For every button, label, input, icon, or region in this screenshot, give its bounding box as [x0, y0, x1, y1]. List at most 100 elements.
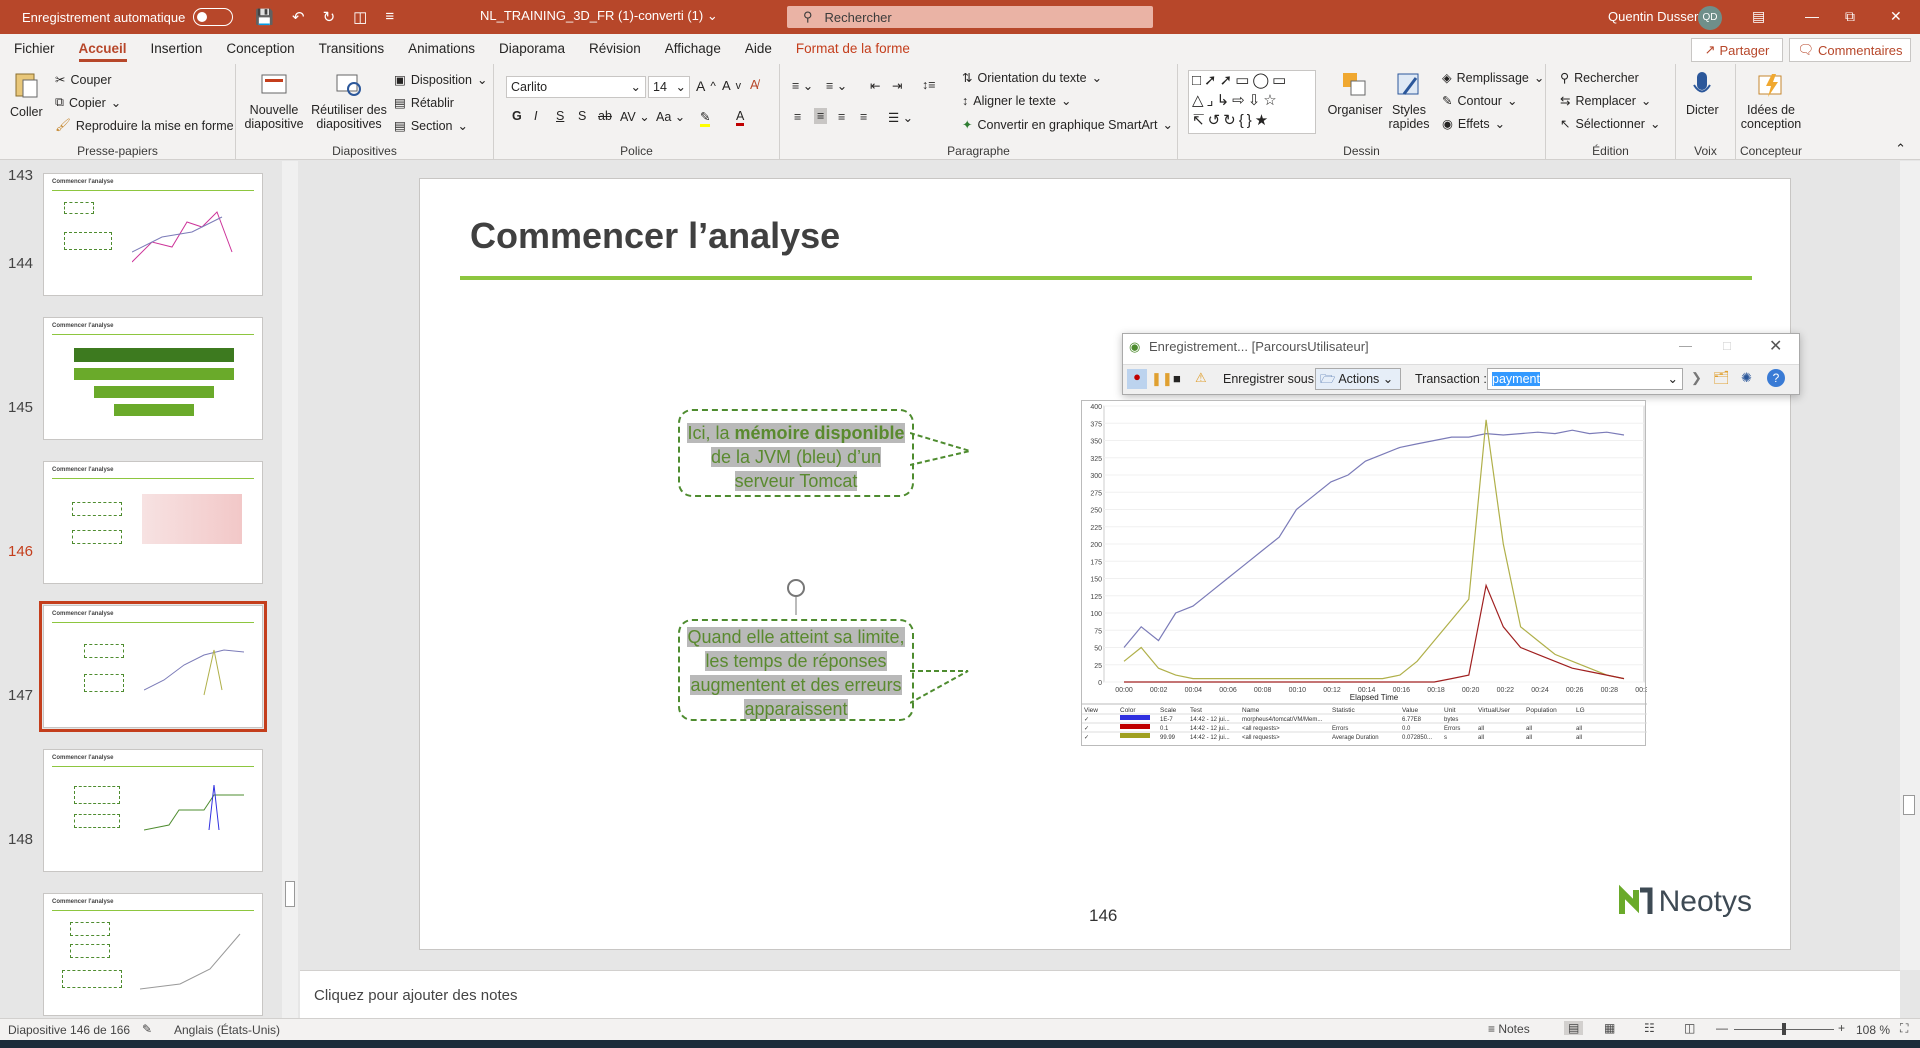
- share-button[interactable]: ↗ Partager: [1691, 38, 1783, 62]
- undo-icon[interactable]: ↶: [292, 8, 305, 26]
- thumbnail-147[interactable]: Commencer l'analyse: [43, 749, 263, 872]
- autosave-toggle[interactable]: Enregistrement automatique: [22, 8, 234, 26]
- thumbnail-143[interactable]: Commencer l'analyse: [43, 173, 263, 296]
- slideshow-icon[interactable]: ◫: [1684, 1021, 1695, 1035]
- tab-format-forme[interactable]: Format de la forme: [796, 34, 910, 64]
- search-input[interactable]: ⚲ Rechercher: [787, 6, 1153, 28]
- scroll-thumb[interactable]: [1903, 795, 1915, 815]
- effects-button[interactable]: ◉ Effets ⌄: [1442, 116, 1505, 132]
- strikethrough-icon[interactable]: ab: [598, 109, 612, 123]
- replace-button[interactable]: ⇆ Remplacer ⌄: [1560, 93, 1651, 109]
- minimize-icon[interactable]: —: [1805, 8, 1819, 24]
- align-left-icon[interactable]: ≡: [794, 110, 801, 124]
- numbering-icon[interactable]: ≡ ⌄: [826, 78, 847, 93]
- slide-scrollbar[interactable]: [1900, 161, 1920, 970]
- stop-icon[interactable]: ■: [1173, 371, 1181, 386]
- find-button[interactable]: ⚲ Rechercher: [1560, 70, 1639, 86]
- shadow-icon[interactable]: S: [578, 109, 586, 123]
- font-size-select[interactable]: 14 ⌄: [648, 76, 690, 98]
- user-name[interactable]: Quentin Dusser: [1608, 9, 1698, 24]
- shapes-gallery[interactable]: □➚➚▭◯▭ △⌟↳⇨⇩☆ ↸↺↻{}★: [1188, 70, 1316, 134]
- font-color-icon[interactable]: A: [736, 109, 745, 126]
- tab-diaporama[interactable]: Diaporama: [499, 34, 565, 64]
- quick-styles-button[interactable]: Styles rapides: [1384, 70, 1434, 131]
- decrease-indent-icon[interactable]: ⇤: [870, 78, 880, 93]
- slide-sorter-icon[interactable]: ▦: [1604, 1021, 1615, 1035]
- scroll-thumb[interactable]: [285, 881, 295, 907]
- close-icon[interactable]: ✕: [1890, 8, 1902, 25]
- record-icon[interactable]: ●: [1127, 369, 1147, 389]
- pause-icon[interactable]: ❚❚: [1151, 371, 1173, 387]
- language-indicator[interactable]: Anglais (États-Unis): [174, 1023, 280, 1037]
- zoom-in-icon[interactable]: +: [1838, 1021, 1845, 1035]
- chart-image[interactable]: 0 25 50 75 100 125 150 175 200 225 250 275 300 325 350…: [1081, 400, 1653, 746]
- clear-format-icon[interactable]: A̸: [750, 78, 758, 92]
- increase-indent-icon[interactable]: ⇥: [892, 78, 902, 93]
- callout-memory[interactable]: Ici, la mémoire disponible de la JVM (bl…: [678, 409, 914, 497]
- restore-icon[interactable]: ⧉: [1845, 8, 1855, 25]
- comments-button[interactable]: 🗨 Commentaires: [1789, 38, 1911, 62]
- zoom-slider-thumb[interactable]: [1782, 1023, 1786, 1035]
- reset-button[interactable]: ▤ Rétablir: [394, 95, 454, 111]
- thumbnails-scrollbar[interactable]: [282, 161, 298, 1018]
- underline-icon[interactable]: S: [556, 109, 564, 123]
- smartart-button[interactable]: ✦ Convertir en graphique SmartArt ⌄: [962, 117, 1173, 133]
- spacing-icon[interactable]: AV ⌄: [620, 109, 650, 124]
- fit-slide-icon[interactable]: ⛶: [1900, 1021, 1908, 1036]
- toggle-switch[interactable]: [193, 8, 234, 26]
- select-button[interactable]: ↖ Sélectionner ⌄: [1560, 116, 1660, 132]
- tab-affichage[interactable]: Affichage: [665, 34, 721, 64]
- save-icon[interactable]: 💾: [255, 8, 274, 26]
- thumbnail-144[interactable]: Commencer l'analyse: [43, 317, 263, 440]
- redo-icon[interactable]: ↻: [323, 8, 336, 26]
- notes-pane[interactable]: Cliquez pour ajouter des notes: [300, 970, 1900, 1018]
- arrange-button[interactable]: Organiser: [1328, 70, 1382, 117]
- reuse-slides-button[interactable]: Réutiliser des diapositives: [311, 70, 387, 131]
- highlight-icon[interactable]: ✎: [700, 109, 711, 127]
- line-spacing-icon[interactable]: ↕≡: [922, 78, 936, 92]
- thumbnail-146[interactable]: Commencer l'analyse: [39, 601, 267, 732]
- slide-title[interactable]: Commencer l’analyse: [470, 215, 840, 257]
- normal-view-icon[interactable]: ▤: [1564, 1021, 1584, 1035]
- tab-fichier[interactable]: Fichier: [14, 34, 55, 64]
- open-folder-icon[interactable]: 🗂: [1713, 370, 1730, 386]
- justify-icon[interactable]: ≡: [860, 110, 867, 124]
- notes-button[interactable]: ≡ Notes: [1488, 1022, 1530, 1036]
- thumbnail-145[interactable]: Commencer l'analyse: [43, 461, 263, 584]
- tab-accueil[interactable]: Accueil: [78, 34, 127, 64]
- present-icon[interactable]: ◫: [353, 8, 367, 26]
- rotate-handle-icon[interactable]: [784, 577, 814, 619]
- customize-icon[interactable]: ≡: [385, 8, 394, 26]
- tab-aide[interactable]: Aide: [745, 34, 772, 64]
- reading-view-icon[interactable]: ☷: [1644, 1021, 1655, 1035]
- align-text-button[interactable]: ↕ Aligner le texte ⌄: [962, 93, 1071, 109]
- outline-button[interactable]: ✎ Contour ⌄: [1442, 93, 1517, 109]
- zoom-level[interactable]: 108 %: [1856, 1023, 1890, 1037]
- align-center-icon[interactable]: ≡: [814, 108, 828, 124]
- italic-icon[interactable]: I: [534, 109, 537, 123]
- cut-button[interactable]: ✂ Couper: [55, 72, 111, 88]
- document-title[interactable]: NL_TRAINING_3D_FR (1)-converti (1) ⌄: [480, 8, 718, 24]
- copy-button[interactable]: ⧉ Copier ⌄: [55, 95, 121, 110]
- transaction-input[interactable]: payment ⌄: [1487, 368, 1683, 390]
- format-painter-button[interactable]: 🖌 Reproduire la mise en forme: [55, 118, 234, 133]
- tab-insertion[interactable]: Insertion: [151, 34, 203, 64]
- dictate-button[interactable]: Dicter: [1686, 70, 1719, 117]
- settings-icon[interactable]: ✺: [1741, 370, 1752, 386]
- change-case-icon[interactable]: Aa ⌄: [656, 109, 685, 124]
- tab-transitions[interactable]: Transitions: [319, 34, 385, 64]
- columns-icon[interactable]: ☰ ⌄: [888, 110, 913, 125]
- bullets-icon[interactable]: ≡ ⌄: [792, 78, 813, 93]
- new-slide-button[interactable]: Nouvelle diapositive: [244, 70, 304, 131]
- warning-icon[interactable]: ⚠: [1195, 370, 1207, 386]
- tab-conception[interactable]: Conception: [226, 34, 294, 64]
- accessibility-icon[interactable]: ✎: [142, 1022, 152, 1036]
- grow-font-icon[interactable]: A ^: [696, 78, 716, 94]
- maximize-icon[interactable]: □: [1723, 338, 1731, 353]
- help-icon[interactable]: ?: [1767, 369, 1785, 387]
- fill-button[interactable]: ◈ Remplissage ⌄: [1442, 70, 1544, 86]
- close-icon[interactable]: ✕: [1769, 336, 1782, 356]
- minimize-icon[interactable]: —: [1679, 338, 1692, 353]
- font-family-select[interactable]: Carlito ⌄: [506, 76, 646, 98]
- zoom-out-icon[interactable]: —: [1716, 1021, 1728, 1035]
